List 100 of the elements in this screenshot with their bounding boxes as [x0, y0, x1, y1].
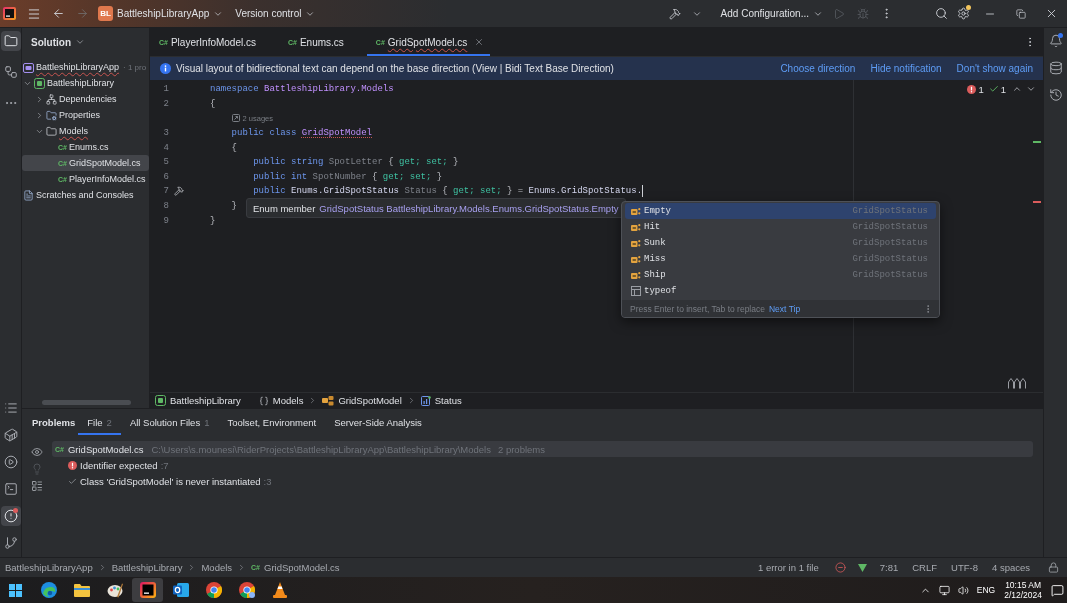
- project-tool-button[interactable]: [0, 31, 21, 51]
- error-stripe-marker[interactable]: [1033, 201, 1041, 203]
- chevron-down-icon: [1026, 84, 1036, 94]
- breadcrumb[interactable]: BattleshipLibrary: [155, 395, 241, 406]
- clock[interactable]: 10:15 AM 2/12/2024: [1000, 580, 1046, 600]
- problems-status[interactable]: 1 error in 1 file: [756, 562, 821, 573]
- indent-setting[interactable]: 4 spaces: [989, 562, 1032, 573]
- close-icon: [474, 37, 485, 47]
- folder-icon: [3, 34, 18, 48]
- hierarchy-icon: [46, 93, 57, 105]
- terminal-icon: [3, 482, 18, 496]
- breadcrumb[interactable]: Status: [420, 395, 462, 406]
- browser-logo-icon: [238, 582, 255, 598]
- breadcrumb[interactable]: Models: [258, 395, 304, 406]
- project-menu-button[interactable]: BL BattleshipLibraryApp: [94, 2, 228, 25]
- panel-tab[interactable]: Toolset, Environment: [218, 409, 326, 435]
- solution-icon: [23, 61, 34, 73]
- panel-tab[interactable]: Server-Side Analysis: [325, 409, 431, 435]
- lock-icon: [1048, 562, 1059, 573]
- alert-circle-icon: [3, 509, 18, 523]
- breadcrumb[interactable]: Models: [199, 562, 235, 573]
- run-configuration-menu-button[interactable]: Add Configuration...: [716, 2, 827, 25]
- suggestion-stripe-marker[interactable]: [1033, 141, 1041, 143]
- project-icon: [155, 395, 166, 406]
- class-icon: [322, 395, 335, 406]
- info-icon: [160, 63, 171, 74]
- ide-logo-icon: [139, 582, 156, 598]
- windows-logo-icon: [9, 583, 22, 597]
- braces-icon: [258, 395, 269, 406]
- completion-item[interactable]: Empty GridSpotStatus: [625, 203, 936, 219]
- problems-tool-button[interactable]: [0, 506, 21, 526]
- line-separator[interactable]: CRLF: [910, 562, 940, 573]
- line-number: 5: [163, 157, 169, 168]
- lightbulb-icon: [31, 463, 43, 475]
- eye-icon: [31, 446, 43, 458]
- code-line: {: [210, 98, 216, 109]
- tree-item[interactable]: BattleshipLibrary: [22, 75, 149, 91]
- code-line: public class GridSpotModel: [231, 128, 372, 139]
- caret-position[interactable]: 7:81: [877, 562, 901, 573]
- tree-item[interactable]: Properties: [22, 107, 149, 123]
- message-icon: [1051, 583, 1064, 597]
- problem-line: :7: [160, 459, 169, 471]
- arrow-right-icon: [75, 7, 89, 20]
- breadcrumb[interactable]: BattleshipLibraryApp: [3, 562, 95, 573]
- taskbar-app[interactable]: [132, 578, 163, 602]
- bug-icon: [857, 7, 869, 20]
- problem-line: :3: [263, 475, 272, 487]
- app-logo-icon: [3, 7, 16, 20]
- search-icon: [934, 7, 948, 20]
- enum-member-icon: [631, 238, 641, 248]
- completion-item[interactable]: typeof: [625, 283, 936, 299]
- enum-member-icon: [631, 270, 641, 280]
- problem-message[interactable]: Class 'GridSpotModel' is never instantiated: [80, 475, 261, 487]
- line-number: 8: [163, 201, 169, 212]
- restore-icon: [1015, 8, 1026, 19]
- problem-message[interactable]: Identifier expected: [80, 459, 158, 471]
- language-button[interactable]: ENG: [973, 578, 999, 602]
- container-icon: [3, 428, 18, 442]
- notification-text: Visual layout of bidirectional text can depend on the base direction (View | Bidi Text Base Direction): [176, 63, 615, 74]
- tree-item[interactable]: Models: [22, 123, 149, 139]
- play-icon: [833, 7, 845, 20]
- line-number: 9: [163, 215, 169, 226]
- check-icon: [988, 84, 999, 94]
- next-tip-link[interactable]: Next Tip: [768, 303, 801, 314]
- minus-circle-icon: [834, 562, 846, 573]
- swirl-logo-icon: [40, 582, 57, 598]
- bell-icon: [1048, 34, 1063, 48]
- breadcrumb[interactable]: BattleshipLibrary: [109, 562, 185, 573]
- database-icon: [1048, 61, 1063, 75]
- settings-icon: [956, 7, 970, 20]
- file-encoding[interactable]: UTF-8: [949, 562, 980, 573]
- history-icon: [1048, 88, 1063, 102]
- scrollbar-thumb[interactable]: [42, 400, 131, 405]
- mail-logo-icon: [172, 582, 189, 598]
- tree-item[interactable]: Scratches and Consoles: [22, 187, 149, 203]
- line-number: 6: [163, 171, 169, 182]
- tree-item[interactable]: BattleshipLibraryApp · 1 pro: [22, 59, 149, 75]
- panel-tab[interactable]: File 2: [78, 409, 121, 435]
- tree-item[interactable]: Dependencies: [22, 91, 149, 107]
- notification-link[interactable]: Don't show again: [956, 63, 1033, 74]
- line-number: 7: [163, 186, 169, 197]
- error-count[interactable]: 1: [978, 83, 984, 95]
- code-line: {: [231, 142, 237, 153]
- breadcrumb[interactable]: GridSpotModel: [322, 395, 402, 406]
- line-number: 2: [163, 98, 169, 109]
- folder-icon: [46, 125, 57, 137]
- solution-view-dropdown[interactable]: Solution: [28, 34, 88, 50]
- code-line: }: [231, 201, 237, 212]
- version-control-menu-button[interactable]: Version control: [231, 2, 320, 25]
- code-line: public Enums.GridSpotStatus Status { get; set; } = Enums.GridSpotStatus.: [253, 186, 643, 197]
- notification-link[interactable]: Choose direction: [780, 63, 856, 74]
- chevron-up-icon: [1012, 84, 1022, 94]
- traffic-cone-icon: [271, 582, 288, 598]
- enum-member-icon: [631, 254, 641, 264]
- documentation-tooltip: Enum member GridSpotStatus BattleshipLibrary.Models.Enums.GridSpotStatus.Empty: [246, 198, 626, 218]
- panel-tab[interactable]: All Solution Files 1: [120, 409, 219, 435]
- notification-link[interactable]: Hide notification: [870, 63, 942, 74]
- file-name: GridSpotModel.cs: [67, 443, 144, 455]
- code-line: namespace BattleshipLibrary.Models: [210, 84, 394, 95]
- warning-count[interactable]: 1: [1000, 83, 1006, 95]
